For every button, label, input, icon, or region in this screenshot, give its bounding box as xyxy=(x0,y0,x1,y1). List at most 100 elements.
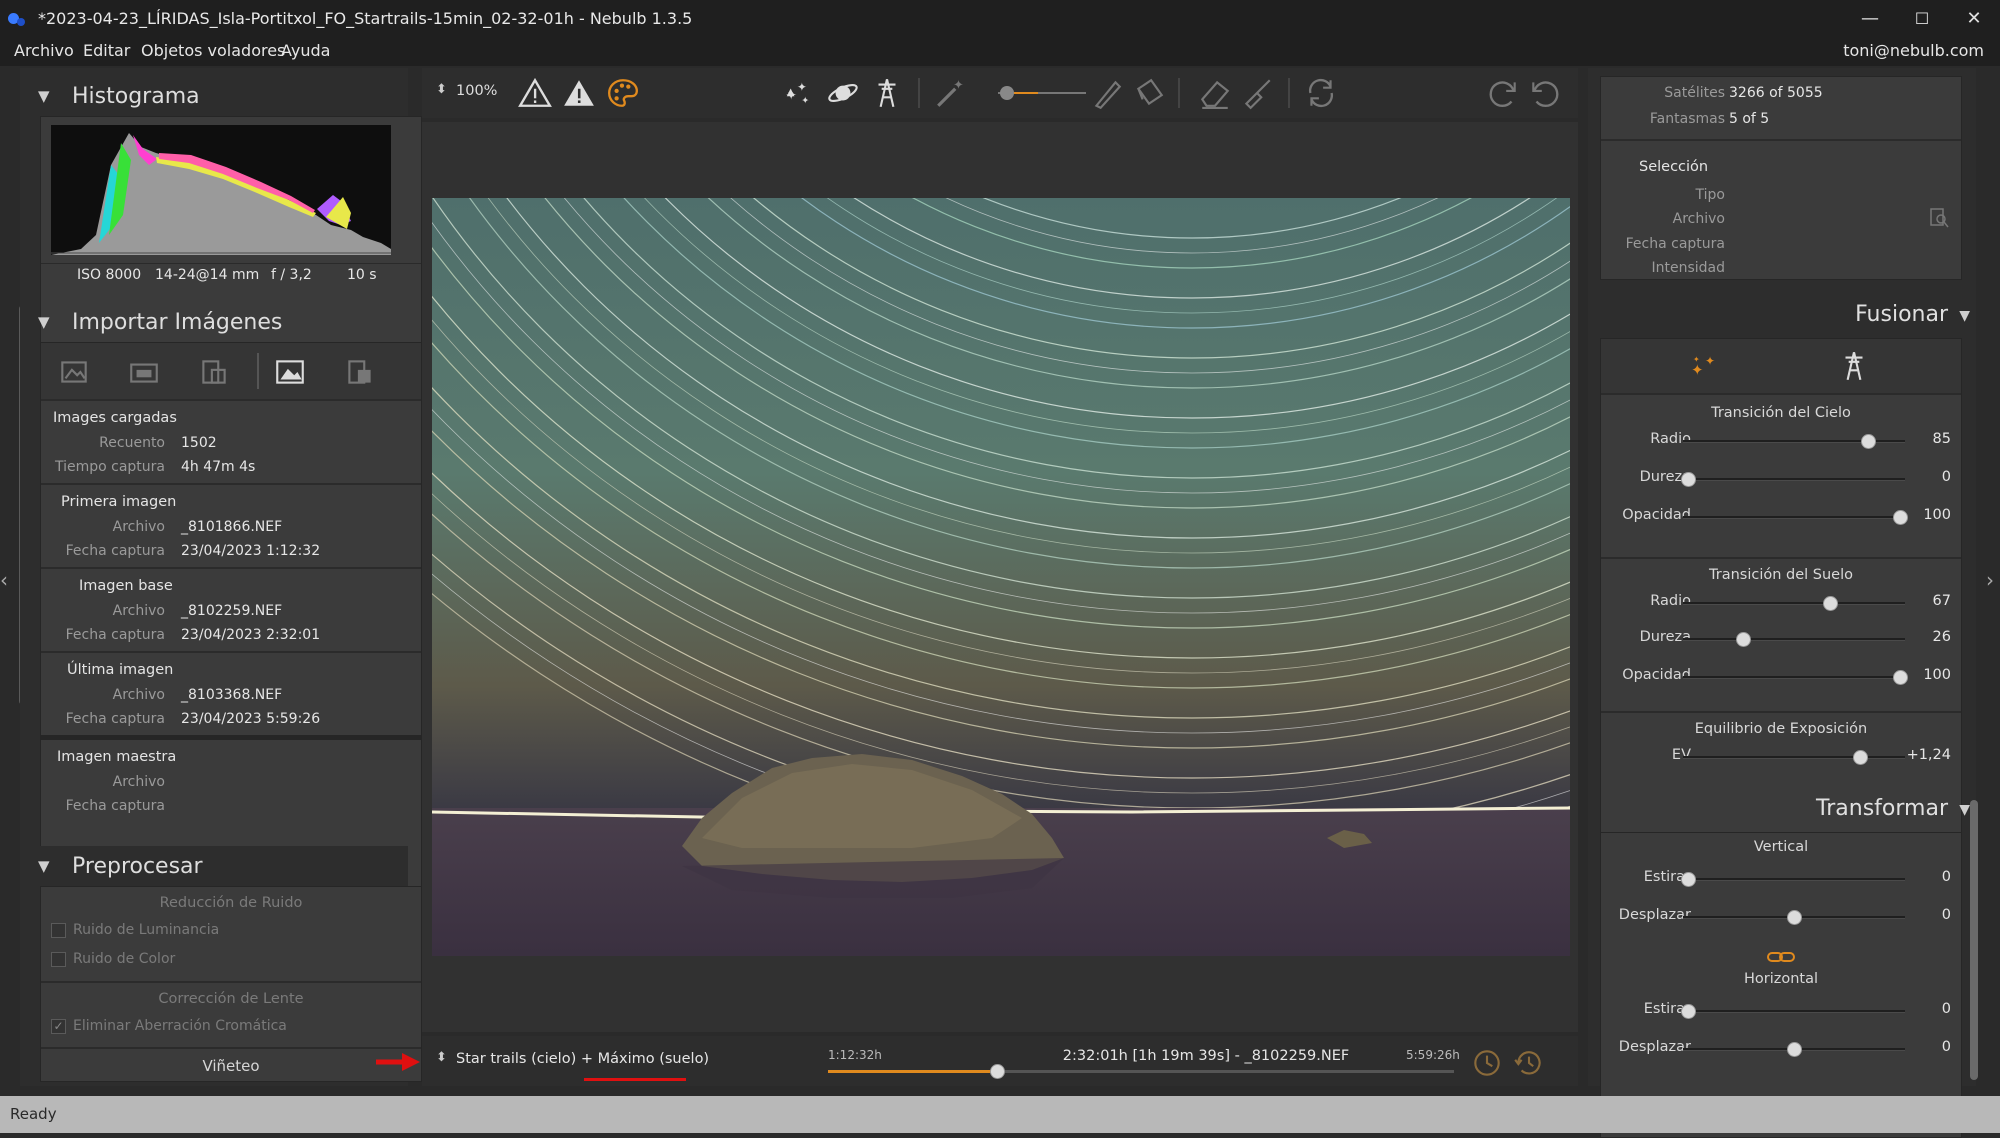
collapse-right-icon[interactable]: › xyxy=(1986,568,1994,592)
vertical-desplazar-knob[interactable] xyxy=(1787,910,1802,925)
svg-text:✦: ✦ xyxy=(1705,354,1715,368)
ground-tower-icon[interactable] xyxy=(870,76,904,110)
base-file-value: _8102259.NEF xyxy=(181,603,283,619)
bottom-bar: ⬍ Star trails (cielo) + Máximo (suelo) 1… xyxy=(422,1036,1578,1086)
import-folder-icon[interactable] xyxy=(127,355,161,389)
histogram-header[interactable]: ▼ Histograma xyxy=(20,76,408,116)
menu-archivo[interactable]: Archivo xyxy=(14,41,74,60)
horizontal-desplazar-knob[interactable] xyxy=(1787,1042,1802,1057)
sky-opacidad-label: Opacidad xyxy=(1622,507,1691,523)
collapse-triangle-icon[interactable]: ▼ xyxy=(1959,802,1970,818)
fill-bucket-icon[interactable] xyxy=(1132,76,1166,110)
sky-opacidad-slider[interactable] xyxy=(1683,507,1908,527)
sky-dureza-knob[interactable] xyxy=(1681,472,1696,487)
zoom-stepper-icon[interactable]: ⬍ xyxy=(436,82,447,97)
ground-radio-slider[interactable] xyxy=(1683,593,1905,613)
refresh-icon[interactable] xyxy=(1304,76,1338,110)
ev-slider[interactable] xyxy=(1683,747,1905,767)
ground-dureza-knob[interactable] xyxy=(1736,632,1752,647)
status-bar: Ready xyxy=(0,1096,2000,1133)
import-base-image-icon[interactable] xyxy=(273,355,307,389)
zoom-level[interactable]: 100% xyxy=(456,83,497,99)
link-icon[interactable] xyxy=(1767,949,1795,965)
horizontal-estirar-label: Estirar xyxy=(1643,1001,1691,1017)
merge-icon-row: ✦ ✦ ✦ xyxy=(1601,339,1961,393)
base-date-value: 23/04/2023 2:32:01 xyxy=(181,627,321,643)
clock-icon[interactable] xyxy=(1470,1046,1504,1080)
ground-radio-knob[interactable] xyxy=(1823,596,1839,611)
merge-title[interactable]: Fusionar xyxy=(1855,302,1948,327)
import-header[interactable]: ▼ Importar Imágenes xyxy=(20,302,408,342)
luminance-label: Ruido de Luminancia xyxy=(73,922,220,938)
timeline-start: 1:12:32h xyxy=(828,1048,882,1062)
menu-bar: Archivo Editar Objetos voladores Ayuda t… xyxy=(0,36,2000,66)
last-image-heading: Última imagen xyxy=(67,662,174,678)
sky-radio-knob[interactable] xyxy=(1861,434,1877,449)
ground-transition-heading: Transición del Suelo xyxy=(1709,567,1853,583)
menu-objetos-voladores[interactable]: Objetos voladores xyxy=(141,41,285,60)
horizontal-estirar-slider[interactable] xyxy=(1681,1001,1905,1021)
collapse-triangle-icon[interactable]: ▼ xyxy=(1959,308,1970,324)
ev-value: +1,24 xyxy=(1906,747,1951,763)
chromatic-checkbox[interactable]: ✓ xyxy=(51,1019,66,1034)
history-clock-icon[interactable] xyxy=(1512,1046,1546,1080)
sky-dureza-slider[interactable] xyxy=(1681,469,1905,489)
undo-icon[interactable] xyxy=(1528,76,1562,110)
merge-ground-icon[interactable] xyxy=(1837,349,1871,383)
timeline-knob[interactable] xyxy=(990,1064,1006,1079)
ev-knob[interactable] xyxy=(1852,750,1868,765)
blend-mode-selector[interactable]: Star trails (cielo) + Máximo (suelo) xyxy=(456,1051,709,1067)
horizontal-desplazar-slider[interactable] xyxy=(1683,1039,1905,1059)
collapse-triangle-icon[interactable]: ▼ xyxy=(38,857,50,875)
import-images-icon[interactable] xyxy=(57,355,91,389)
annotation-underline xyxy=(584,1078,686,1081)
first-file-label: Archivo xyxy=(112,519,165,535)
brush-icon[interactable] xyxy=(1090,76,1124,110)
magic-wand-icon[interactable]: ✦ xyxy=(934,76,968,110)
right-scrollbar[interactable] xyxy=(1970,800,1978,1080)
broom-icon[interactable] xyxy=(1240,76,1274,110)
brush-size-knob[interactable] xyxy=(1000,86,1014,100)
menu-ayuda[interactable]: Ayuda xyxy=(281,41,330,60)
eraser-icon[interactable] xyxy=(1198,76,1232,110)
timeline-slider[interactable] xyxy=(828,1064,1454,1079)
count-label: Recuento xyxy=(99,435,165,451)
import-flats-icon[interactable] xyxy=(343,355,377,389)
vertical-estirar-knob[interactable] xyxy=(1681,872,1696,887)
warning-outline-icon[interactable] xyxy=(518,76,552,110)
ground-opacidad-slider[interactable] xyxy=(1683,667,1908,687)
palette-icon[interactable] xyxy=(606,76,640,110)
ground-dureza-slider[interactable] xyxy=(1683,629,1905,649)
vertical-estirar-label: Estirar xyxy=(1643,869,1691,885)
merge-sky-icon[interactable]: ✦ ✦✦ xyxy=(1689,351,1723,381)
warning-filled-icon[interactable] xyxy=(562,76,596,110)
vertical-estirar-slider[interactable] xyxy=(1681,869,1905,889)
import-darks-icon[interactable] xyxy=(197,355,231,389)
horizontal-estirar-knob[interactable] xyxy=(1681,1004,1696,1019)
close-button[interactable]: ✕ xyxy=(1948,0,2000,36)
master-file-label: Archivo xyxy=(112,774,165,790)
menu-editar[interactable]: Editar xyxy=(83,41,130,60)
sky-radio-slider[interactable] xyxy=(1683,431,1905,451)
redo-icon[interactable] xyxy=(1486,76,1520,110)
color-noise-checkbox[interactable] xyxy=(51,952,66,967)
histogram-title: Histograma xyxy=(72,83,200,109)
planet-icon[interactable] xyxy=(826,76,860,110)
minimize-button[interactable]: — xyxy=(1844,0,1896,36)
startrails-photo[interactable] xyxy=(432,198,1570,956)
vertical-desplazar-slider[interactable] xyxy=(1683,907,1905,927)
luminance-checkbox[interactable] xyxy=(51,923,66,938)
user-account[interactable]: toni@nebulb.com xyxy=(1843,41,1984,60)
collapse-triangle-icon[interactable]: ▼ xyxy=(38,87,50,105)
collapse-left-icon[interactable]: ‹ xyxy=(0,568,8,592)
maximize-button[interactable]: ☐ xyxy=(1896,0,1948,36)
transform-title[interactable]: Transformar xyxy=(1816,796,1948,821)
preprocess-header[interactable]: ▼ Preprocesar xyxy=(20,846,408,886)
count-value: 1502 xyxy=(181,435,217,451)
svg-text:✦: ✦ xyxy=(797,80,807,94)
vignette-section[interactable]: Viñeteo xyxy=(41,1057,421,1075)
locate-file-icon[interactable] xyxy=(1929,207,1949,229)
stars-icon[interactable]: ✦✦✦ xyxy=(780,76,814,110)
collapse-triangle-icon[interactable]: ▼ xyxy=(38,313,50,331)
mode-stepper-icon[interactable]: ⬍ xyxy=(436,1050,447,1065)
